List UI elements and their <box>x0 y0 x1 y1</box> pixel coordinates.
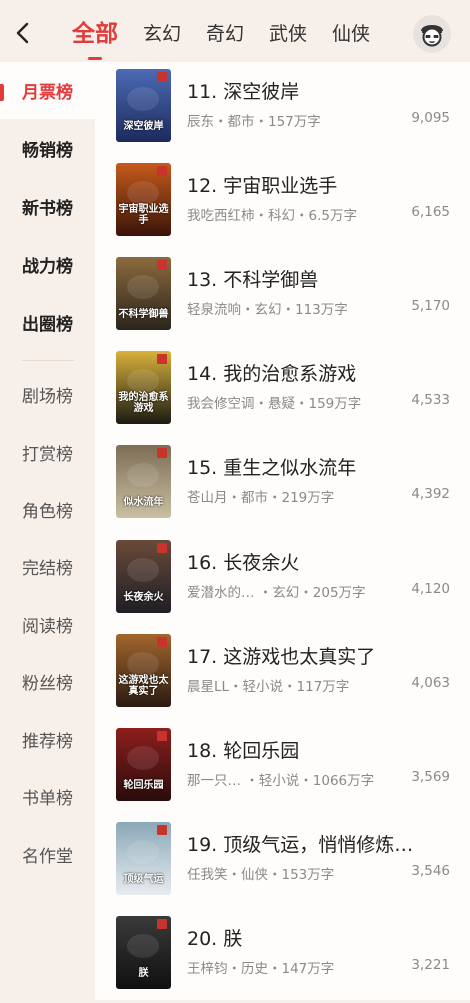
cover-title-text: 深空彼岸 <box>123 121 164 132</box>
book-meta: 轻泉流响・玄幻・113万字 <box>187 302 348 318</box>
cover-title-text: 我的治愈系游戏 <box>118 392 169 414</box>
category-tabs: 全部 玄幻 奇幻 武侠 仙侠 <box>72 14 395 54</box>
cover-title-text: 顶级气运 <box>123 874 164 885</box>
sidebar-item-reading[interactable]: 阅读榜 <box>0 596 95 653</box>
book-cover[interactable]: 长夜余火 <box>116 540 171 613</box>
ticket-count: 4,063 <box>411 675 450 691</box>
book-title[interactable]: 17. 这游戏也太真实了 <box>187 642 447 669</box>
book-cover[interactable]: 宇宙职业选手 <box>116 163 171 236</box>
book-meta: 爱潜水的… ・玄幻・205万字 <box>187 585 366 601</box>
book-meta: 晨星LL・轻小说・117万字 <box>187 679 350 695</box>
book-cover[interactable]: 顶级气运 <box>116 822 171 895</box>
book-cover[interactable]: 朕 <box>116 916 171 989</box>
publisher-badge <box>157 919 167 929</box>
publisher-badge <box>157 543 167 553</box>
sidebar-divider <box>22 360 74 361</box>
sidebar-item-hall-of-fame[interactable]: 名作堂 <box>0 826 95 883</box>
book-row[interactable]: 深空彼岸 11. 深空彼岸辰东・都市・157万字 9,095 <box>95 62 470 156</box>
tab-xuanhuan[interactable]: 玄幻 <box>143 14 181 54</box>
book-title[interactable]: 18. 轮回乐园 <box>187 736 447 763</box>
book-meta: 那一只… ・轻小说・1066万字 <box>187 773 375 789</box>
sidebar-item-fans[interactable]: 粉丝榜 <box>0 653 95 710</box>
avatar-button[interactable] <box>412 14 452 54</box>
book-title[interactable]: 14. 我的治愈系游戏 <box>187 359 447 386</box>
book-row[interactable]: 不科学御兽 13. 不科学御兽轻泉流响・玄幻・113万字 5,170 <box>95 250 470 344</box>
book-meta: 任我笑・仙侠・153万字 <box>187 867 335 883</box>
book-row[interactable]: 宇宙职业选手 12. 宇宙职业选手我吃西红柿・科幻・6.5万字 6,165 <box>95 156 470 250</box>
cover-title-text: 朕 <box>138 968 149 979</box>
book-meta: 辰东・都市・157万字 <box>187 114 321 130</box>
book-cover[interactable]: 不科学御兽 <box>116 257 171 330</box>
book-row[interactable]: 这游戏也太真实了 17. 这游戏也太真实了晨星LL・轻小说・117万字 4,063 <box>95 627 470 721</box>
book-cover[interactable]: 轮回乐园 <box>116 728 171 801</box>
book-row[interactable]: 似水流年 15. 重生之似水流年苍山月・都市・219万字 4,392 <box>95 438 470 532</box>
tab-xianxia[interactable]: 仙侠 <box>332 14 370 54</box>
tab-wuxia[interactable]: 武侠 <box>269 14 307 54</box>
book-title[interactable]: 11. 深空彼岸 <box>187 77 447 104</box>
publisher-badge <box>157 637 167 647</box>
sidebar-item-bestseller[interactable]: 畅销榜 <box>0 120 95 177</box>
book-meta: 我吃西红柿・科幻・6.5万字 <box>187 208 357 224</box>
publisher-badge <box>157 731 167 741</box>
publisher-badge <box>157 354 167 364</box>
publisher-badge <box>157 166 167 176</box>
user-avatar-icon <box>413 15 451 53</box>
book-meta: 我会修空调・悬疑・159万字 <box>187 396 362 412</box>
ticket-count: 4,120 <box>411 581 450 597</box>
book-cover[interactable]: 似水流年 <box>116 445 171 518</box>
ticket-count: 5,170 <box>411 298 450 314</box>
cover-title-text: 似水流年 <box>123 497 164 508</box>
cover-title-text: 不科学御兽 <box>118 309 169 320</box>
sidebar-item-new-books[interactable]: 新书榜 <box>0 178 95 235</box>
book-title[interactable]: 13. 不科学御兽 <box>187 265 447 292</box>
ticket-count: 3,221 <box>411 957 450 973</box>
back-button[interactable] <box>8 18 38 48</box>
book-row[interactable]: 我的治愈系游戏 14. 我的治愈系游戏我会修空调・悬疑・159万字 4,533 <box>95 344 470 438</box>
ticket-count: 4,533 <box>411 392 450 408</box>
book-cover[interactable]: 我的治愈系游戏 <box>116 351 171 424</box>
tab-qihuan[interactable]: 奇幻 <box>206 14 244 54</box>
ticket-count: 6,165 <box>411 204 450 220</box>
book-title[interactable]: 19. 顶级气运，悄悄修炼… <box>187 830 447 857</box>
chevron-left-icon <box>16 22 29 44</box>
sidebar-item-booklist[interactable]: 书单榜 <box>0 768 95 825</box>
sidebar-item-completed[interactable]: 完结榜 <box>0 538 95 595</box>
ticket-count: 4,392 <box>411 486 450 502</box>
cover-title-text: 宇宙职业选手 <box>118 204 169 226</box>
publisher-badge <box>157 448 167 458</box>
sidebar-item-breakout[interactable]: 出圈榜 <box>0 294 95 351</box>
book-row[interactable]: 轮回乐园 18. 轮回乐园那一只… ・轻小说・1066万字 3,569 <box>95 721 470 815</box>
cover-title-text: 这游戏也太真实了 <box>118 675 169 697</box>
ticket-count: 3,546 <box>411 863 450 879</box>
sidebar-item-reward[interactable]: 打赏榜 <box>0 424 95 481</box>
book-title[interactable]: 12. 宇宙职业选手 <box>187 171 447 198</box>
book-cover[interactable]: 这游戏也太真实了 <box>116 634 171 707</box>
book-title[interactable]: 15. 重生之似水流年 <box>187 453 447 480</box>
book-meta: 苍山月・都市・219万字 <box>187 490 335 506</box>
ticket-count: 9,095 <box>411 110 450 126</box>
book-title[interactable]: 16. 长夜余火 <box>187 548 447 575</box>
top-bar: 全部 玄幻 奇幻 武侠 仙侠 <box>0 0 470 62</box>
book-row[interactable]: 长夜余火 16. 长夜余火爱潜水的… ・玄幻・205万字 4,120 <box>95 533 470 627</box>
sidebar-item-character[interactable]: 角色榜 <box>0 481 95 538</box>
book-ranking-list: 深空彼岸 11. 深空彼岸辰东・都市・157万字 9,095 宇宙职业选手 12. 宇宙… <box>95 62 470 1000</box>
cover-title-text: 长夜余火 <box>123 592 164 603</box>
tab-all[interactable]: 全部 <box>72 14 118 54</box>
sidebar-item-recommend[interactable]: 推荐榜 <box>0 711 95 768</box>
publisher-badge <box>157 260 167 270</box>
book-title[interactable]: 20. 朕 <box>187 924 447 951</box>
cover-title-text: 轮回乐园 <box>123 780 164 791</box>
book-meta: 王梓钧・历史・147万字 <box>187 961 335 977</box>
book-row[interactable]: 朕 20. 朕王梓钧・历史・147万字 3,221 <box>95 909 470 1003</box>
sidebar-item-monthly-ticket[interactable]: 月票榜 <box>0 62 95 119</box>
book-cover[interactable]: 深空彼岸 <box>116 69 171 142</box>
book-row[interactable]: 顶级气运 19. 顶级气运，悄悄修炼… 任我笑・仙侠・153万字 3,546 <box>95 815 470 909</box>
sidebar-item-power[interactable]: 战力榜 <box>0 236 95 293</box>
publisher-badge <box>157 825 167 835</box>
ticket-count: 3,569 <box>411 769 450 785</box>
sidebar-item-theater[interactable]: 剧场榜 <box>0 366 95 423</box>
ranking-sidebar: 月票榜 畅销榜 新书榜 战力榜 出圈榜 剧场榜 打赏榜 角色榜 完结榜 阅读榜 … <box>0 62 95 1000</box>
publisher-badge <box>157 72 167 82</box>
